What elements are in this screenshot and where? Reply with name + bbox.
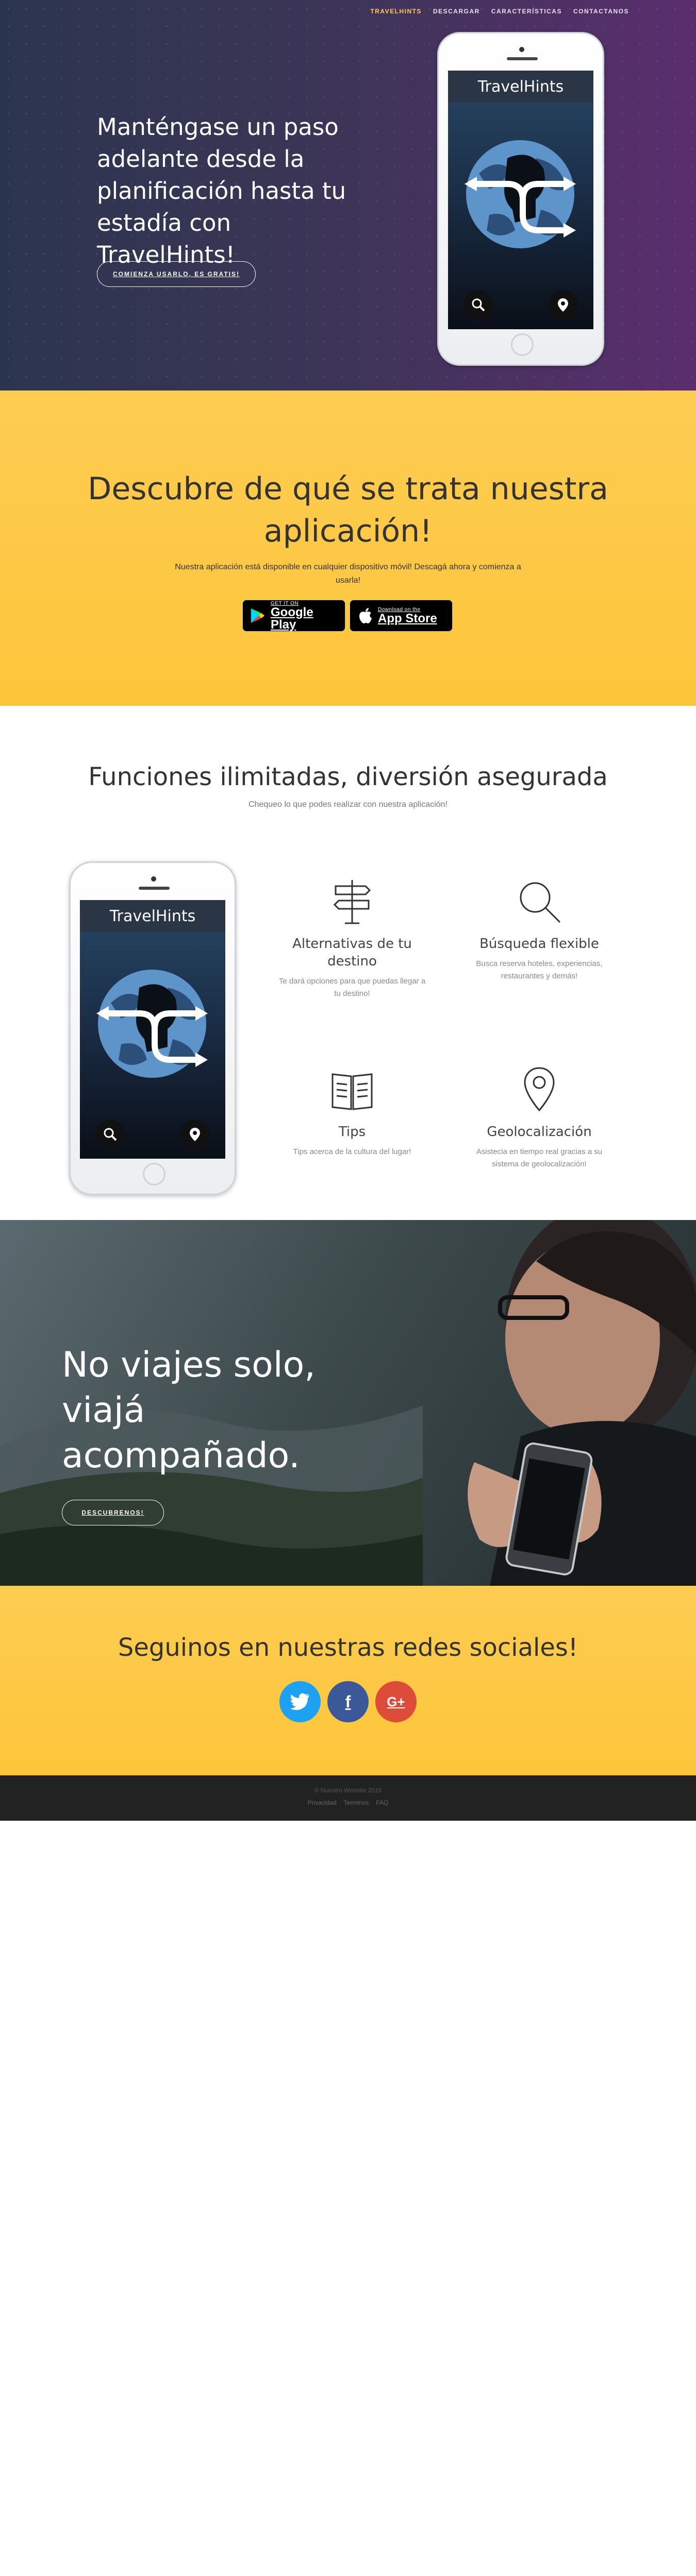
feature-busqueda: Búsqueda flexible Busca reserva hoteles,…	[462, 876, 617, 982]
feature-text: Te dará opciones para que puedas llegar …	[278, 977, 426, 998]
feature-tips: Tips Tips acerca de la cultura del lugar…	[275, 1064, 429, 1158]
phone-location-button[interactable]	[180, 1120, 210, 1149]
hero-phone-mockup: TravelHints	[437, 32, 604, 366]
facebook-icon: f	[345, 1692, 351, 1711]
phone-speaker	[507, 57, 538, 60]
hero-headline: Manténgase un paso adelante desde la pla…	[97, 113, 346, 268]
google-plus-icon: G+	[387, 1693, 405, 1709]
nav-brand-link[interactable]: TRAVELHINTS	[370, 8, 422, 15]
phone-camera	[151, 876, 156, 882]
facebook-button[interactable]: f	[327, 1681, 369, 1722]
google-play-badge[interactable]: GET IT ON Google Play	[242, 600, 345, 632]
phone-camera	[519, 47, 524, 52]
globe-arrows-icon	[96, 970, 208, 1078]
person-holding-phone-image	[468, 1220, 696, 1586]
download-section: Descubre de qué se trata nuestra aplicac…	[0, 391, 696, 706]
phone-search-button[interactable]	[463, 290, 493, 320]
feature-title: Geolocalización	[487, 1124, 592, 1140]
footer-link-terminos[interactable]: Terminos	[344, 1799, 369, 1806]
nav-item-caracteristicas[interactable]: CARACTERÍSTICAS	[491, 8, 562, 15]
twitter-icon	[290, 1693, 309, 1710]
twitter-button[interactable]	[279, 1681, 321, 1722]
location-pin-icon	[558, 298, 568, 312]
feature-text: Busca reserva hoteles, experiencias, res…	[476, 959, 603, 980]
footer-links: Privacidad Terminos FAQ	[0, 1799, 696, 1806]
phone-home-button	[143, 1163, 165, 1185]
google-plus-button[interactable]: G+	[375, 1681, 417, 1722]
apple-icon	[359, 608, 372, 623]
footer-copyright: © Nuestro Website 2016	[314, 1787, 382, 1794]
app-store-big-text: App Store	[378, 611, 437, 625]
globe-arrows-icon	[465, 140, 576, 248]
app-store-badge[interactable]: Download on the App Store	[350, 600, 453, 632]
google-play-big-text: Google Play	[271, 605, 313, 632]
phone-search-button[interactable]	[95, 1120, 125, 1149]
search-icon	[104, 1128, 117, 1141]
nav-item-descargar[interactable]: DESCARGAR	[433, 8, 480, 15]
features-section: Funciones ilimitadas, diversión asegurad…	[0, 706, 696, 1220]
phone-screen: TravelHints	[80, 900, 225, 1159]
phone-screen: TravelHints	[448, 71, 593, 329]
hero-start-button[interactable]: COMIENZA USARLO, ES GRATIS!	[97, 261, 256, 287]
cta-discover-button[interactable]: DESCUBRENOS!	[62, 1500, 164, 1526]
social-section: Seguinos en nuestras redes sociales! f G…	[0, 1586, 696, 1775]
download-text: Nuestra aplicación está disponible en cu…	[175, 563, 521, 585]
feature-text: Tips acerca de la cultura del lugar!	[293, 1147, 411, 1156]
feature-alternativas: Alternativas de tu destino Te dará opcio…	[275, 876, 429, 1000]
location-pin-icon	[190, 1128, 200, 1141]
book-icon	[332, 1073, 373, 1110]
app-title-bar: TravelHints	[80, 900, 225, 932]
feature-text: Asistecia en tiempo real gracias a su si…	[476, 1147, 603, 1168]
social-title: Seguinos en nuestras redes sociales!	[118, 1633, 578, 1662]
features-phone-mockup: TravelHints	[69, 861, 236, 1195]
cta-photo-section: No viajes solo, viajá acompañado. DESCUB…	[0, 1220, 696, 1586]
top-navbar: TRAVELHINTS DESCARGAR CARACTERÍSTICAS CO…	[0, 0, 696, 23]
footer: © Nuestro Website 2016 Privacidad Termin…	[0, 1775, 696, 1821]
feature-geolocalizacion: Geolocalización Asistecia en tiempo real…	[462, 1064, 617, 1171]
hero-section: Manténgase un paso adelante desde la pla…	[0, 0, 696, 391]
feature-title: Alternativas de tu destino	[292, 936, 412, 969]
app-title-bar: TravelHints	[448, 71, 593, 103]
google-play-icon	[251, 608, 265, 623]
footer-link-faq[interactable]: FAQ	[376, 1799, 388, 1806]
magnifier-icon	[520, 882, 561, 923]
phone-location-button[interactable]	[548, 290, 578, 320]
download-title: Descubre de qué se trata nuestra aplicac…	[88, 471, 608, 549]
signpost-icon	[333, 880, 371, 924]
cta-headline: No viajes solo, viajá acompañado.	[62, 1345, 316, 1476]
features-title: Funciones ilimitadas, diversión asegurad…	[88, 762, 608, 791]
features-subtitle: Chequeo lo que podes realizar con nuestr…	[248, 800, 448, 809]
footer-link-privacidad[interactable]: Privacidad	[308, 1799, 337, 1806]
phone-speaker	[139, 887, 170, 890]
map-pin-icon	[524, 1067, 555, 1112]
feature-title: Búsqueda flexible	[479, 936, 599, 952]
feature-title: Tips	[338, 1124, 366, 1140]
search-icon	[472, 298, 485, 312]
nav-item-contactanos[interactable]: CONTACTANOS	[573, 8, 629, 15]
phone-home-button	[511, 333, 534, 356]
